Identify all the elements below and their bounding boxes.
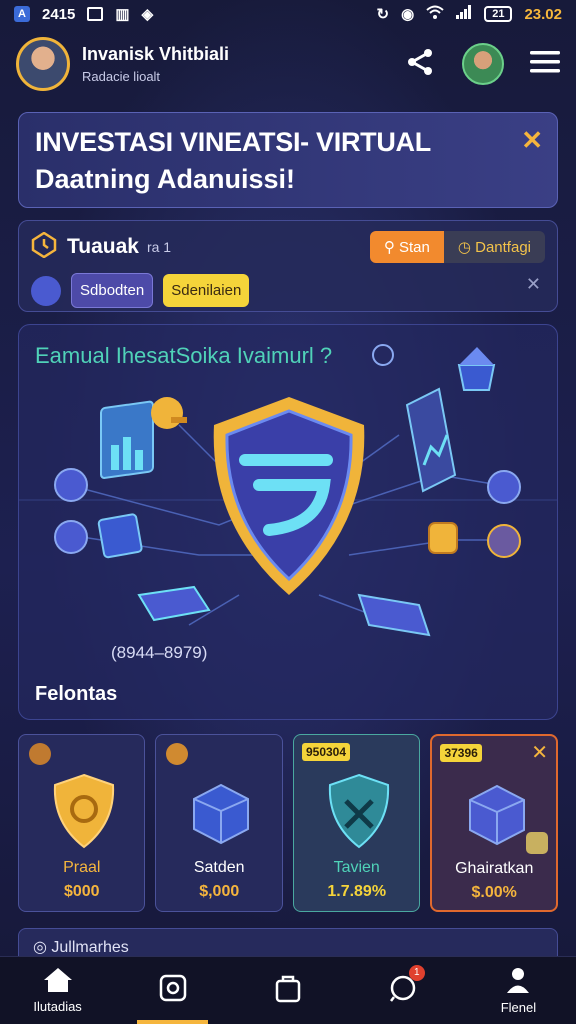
section-peek-label: Jullmarhes <box>51 939 129 956</box>
globe-icon <box>31 275 61 306</box>
tab-home-label: Ilutadias <box>33 999 82 1014</box>
notification-badge: 1 <box>408 965 425 981</box>
keyboard-icon <box>357 593 431 637</box>
user-avatar[interactable] <box>16 37 70 91</box>
eye-icon: ◎ <box>33 939 52 956</box>
tab-home[interactable]: Ilutadias <box>0 957 115 1024</box>
teal-shield-icon <box>328 773 390 849</box>
tab-profile[interactable]: Flenel <box>461 957 576 1024</box>
search-icon: ⚲ <box>383 239 399 256</box>
dismiss-icon[interactable]: ✕ <box>526 274 541 295</box>
card-name: Satden <box>193 859 245 876</box>
settings-icon <box>372 344 394 366</box>
search-button-label: Stan <box>399 239 430 256</box>
bell-icon <box>151 397 187 429</box>
medal-icon <box>29 743 51 765</box>
wifi-icon <box>426 5 444 23</box>
promo-banner[interactable]: INVESTASI VINEATSI- VIRTUAL Daatning Ada… <box>18 112 558 208</box>
card-badge: 37396 <box>440 744 482 762</box>
share-icon[interactable] <box>404 46 436 83</box>
hero-footer-label: Felontas <box>35 683 118 705</box>
tab-notifications[interactable]: 1 <box>346 957 461 1024</box>
menu-icon[interactable] <box>530 49 560 80</box>
product-card[interactable]: 37396 ✕ Ghairatkan $.00% <box>430 734 558 912</box>
chart-status-icon: ▥ <box>115 6 130 23</box>
card-icon <box>137 585 211 622</box>
profile-avatar[interactable] <box>462 43 504 85</box>
product-card[interactable]: Praal $000 <box>18 734 146 912</box>
shield-icon <box>213 397 365 595</box>
card-badge: 950304 <box>301 743 351 761</box>
user-subtitle: Radacie lioalt <box>82 69 161 84</box>
user-icon <box>54 468 88 502</box>
cube-icon <box>469 784 526 846</box>
signal-icon <box>456 5 472 23</box>
cube-icon <box>97 513 143 559</box>
status-bar: A 2415 ▥ ◈ ↻ ◉ 21 23.02 <box>0 0 576 28</box>
close-icon[interactable]: ✕ <box>521 125 543 156</box>
bottom-tab-bar: Ilutadias 1 Flenel <box>0 956 576 1024</box>
alarm-clock-icon <box>31 231 57 263</box>
close-icon[interactable]: ✕ <box>531 740 548 765</box>
document-chart-icon <box>405 387 457 493</box>
hero-range: (8944–8979) <box>111 643 208 662</box>
card-price: $,000 <box>199 883 240 900</box>
lock-icon <box>525 832 548 854</box>
app-header: Invanisk Vhitbiali Radacie lioalt <box>0 28 576 100</box>
coin-stack-icon <box>428 522 458 554</box>
tab-profile-label: Flenel <box>500 1000 537 1015</box>
task-panel: Tuauak ra 1 ⚲ Stan ◷ Dantfagi Sdbodten S… <box>18 220 558 312</box>
card-name: Praal <box>63 859 101 876</box>
filter-chip-yellow[interactable]: Sdenilaien <box>163 274 250 307</box>
gold-shield-icon <box>53 773 115 849</box>
hero-illustration-panel: Eamual IhesatSoika Ivaimurl ? (8944–8979… <box>18 324 558 720</box>
chart-board-icon <box>100 400 154 479</box>
dashboard-button-label: Dantfagi <box>475 239 531 256</box>
search-button[interactable]: ⚲ Stan <box>369 231 444 263</box>
app-notification-icon: A <box>14 6 30 22</box>
clock-icon: ◷ <box>457 239 476 256</box>
alarm-icon: ◉ <box>401 6 415 23</box>
product-card[interactable]: 950304 Tavien 1.7.89% <box>292 734 421 912</box>
task-title: Tuauak <box>67 235 139 258</box>
card-price: $000 <box>63 883 100 900</box>
screen-icon <box>87 7 104 21</box>
task-count: ra 1 <box>146 239 172 255</box>
status-time: 2415 <box>42 5 76 23</box>
card-name: Tavien <box>333 859 380 876</box>
dashboard-button[interactable]: ◷ Dantfagi <box>443 231 545 263</box>
user-icon <box>487 470 521 504</box>
wallet-icon <box>159 974 187 1001</box>
filter-chip-purple[interactable]: Sdbodten <box>71 273 154 308</box>
home-icon <box>43 968 72 992</box>
product-cards: Praal $000 Satden $,000 950304 Tavien 1.… <box>18 734 558 912</box>
badge-icon <box>487 524 521 558</box>
user-info: Invanisk Vhitbiali Radacie lioalt <box>82 44 404 84</box>
tab-bag[interactable] <box>230 957 345 1024</box>
house-icon <box>457 347 496 391</box>
banner-title: INVESTASI VINEATSI- VIRTUAL <box>35 127 431 157</box>
card-price: 1.7.89% <box>327 883 387 900</box>
wallet-icon <box>54 520 88 554</box>
sync-icon: ↻ <box>376 6 390 23</box>
cube-icon <box>193 783 250 845</box>
card-price: $.00% <box>471 884 517 901</box>
product-card[interactable]: Satden $,000 <box>155 734 283 912</box>
tab-portfolio[interactable] <box>115 957 230 1024</box>
user-name: Invanisk Vhitbiali <box>82 44 230 64</box>
hero-illustration <box>19 344 557 637</box>
status-clock: 23.02 <box>524 5 562 23</box>
shield-status-icon: ◈ <box>141 6 154 23</box>
medal-icon <box>166 743 189 765</box>
bag-icon <box>275 975 301 1002</box>
banner-subtitle: Daatning Adanuissi! <box>35 164 296 194</box>
card-name: Ghairatkan <box>455 860 534 877</box>
battery-indicator: 21 <box>484 6 513 22</box>
profile-icon <box>507 968 530 993</box>
